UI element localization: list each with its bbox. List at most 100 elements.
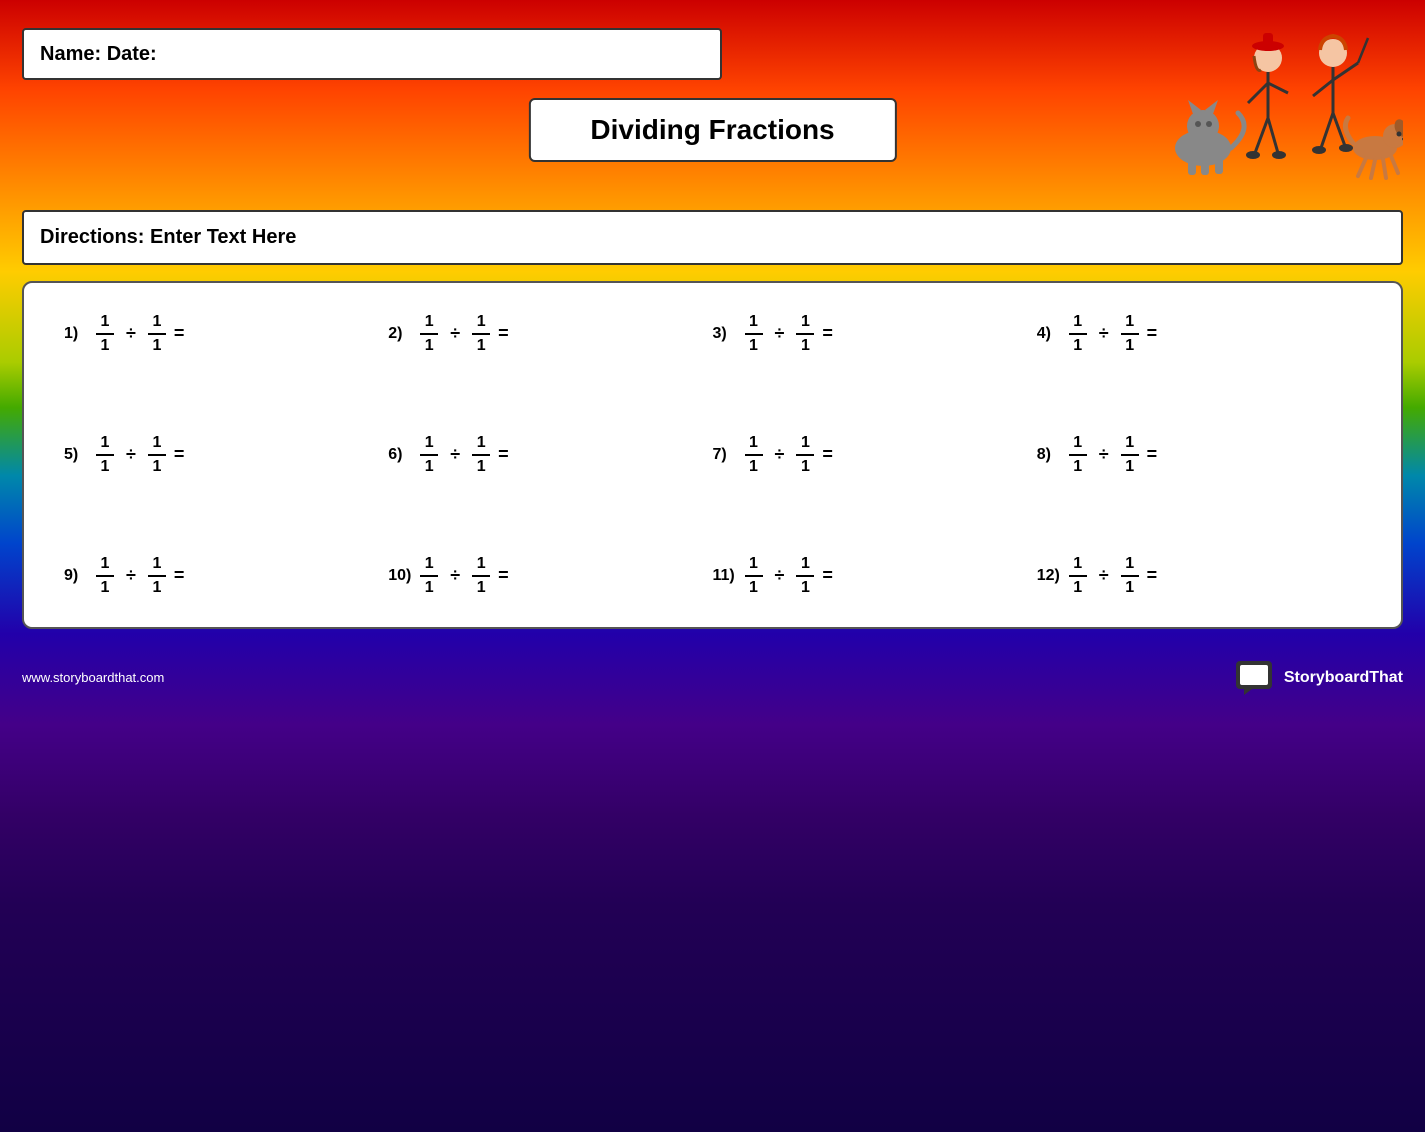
- problem-item: 12) 1 1 ÷ 1 1 =: [1037, 555, 1361, 596]
- fraction-2: 1 1: [796, 313, 814, 354]
- denominator-2: 1: [152, 577, 161, 597]
- fraction-2: 1 1: [472, 555, 490, 596]
- denominator-1: 1: [425, 456, 434, 476]
- divide-operator: ÷: [446, 565, 464, 586]
- fraction-1: 1 1: [96, 434, 114, 475]
- equals-sign: =: [1147, 565, 1158, 586]
- fraction-1: 1 1: [745, 434, 763, 475]
- problem-item: 5) 1 1 ÷ 1 1 =: [64, 434, 388, 475]
- denominator-1: 1: [101, 456, 110, 476]
- problem-item: 4) 1 1 ÷ 1 1 =: [1037, 313, 1361, 354]
- problem-number: 6): [388, 446, 412, 464]
- equals-sign: =: [498, 565, 509, 586]
- fraction-1: 1 1: [1069, 555, 1087, 596]
- footer: www.storyboardthat.com StoryboardThat: [0, 653, 1425, 703]
- problem-item: 1) 1 1 ÷ 1 1 =: [64, 313, 388, 354]
- denominator-1: 1: [1073, 335, 1082, 355]
- fraction-2: 1 1: [1121, 313, 1139, 354]
- denominator-2: 1: [152, 456, 161, 476]
- problem-number: 8): [1037, 446, 1061, 464]
- denominator-2: 1: [801, 335, 810, 355]
- worksheet-title: Dividing Fractions: [528, 98, 896, 162]
- equals-sign: =: [498, 444, 509, 465]
- fraction-2: 1 1: [796, 434, 814, 475]
- numerator-1: 1: [749, 434, 758, 454]
- problem-number: 11): [713, 567, 737, 585]
- name-date-field: Name: Date:: [22, 28, 722, 80]
- problem-number: 10): [388, 567, 412, 585]
- fraction-2: 1 1: [796, 555, 814, 596]
- problem-number: 12): [1037, 567, 1061, 585]
- divide-operator: ÷: [1095, 444, 1113, 465]
- denominator-2: 1: [1125, 456, 1134, 476]
- divide-operator: ÷: [122, 565, 140, 586]
- problem-item: 7) 1 1 ÷ 1 1 =: [713, 434, 1037, 475]
- denominator-1: 1: [1073, 577, 1082, 597]
- numerator-2: 1: [477, 555, 486, 575]
- equals-sign: =: [174, 565, 185, 586]
- numerator-2: 1: [801, 434, 810, 454]
- fraction-2: 1 1: [148, 313, 166, 354]
- divide-operator: ÷: [771, 444, 789, 465]
- fraction-1: 1 1: [420, 313, 438, 354]
- denominator-1: 1: [425, 577, 434, 597]
- divide-operator: ÷: [446, 323, 464, 344]
- numerator-1: 1: [101, 555, 110, 575]
- fraction-2: 1 1: [472, 434, 490, 475]
- fraction-1: 1 1: [96, 555, 114, 596]
- equals-sign: =: [822, 323, 833, 344]
- numerator-2: 1: [1125, 434, 1134, 454]
- problem-item: 2) 1 1 ÷ 1 1 =: [388, 313, 712, 354]
- denominator-2: 1: [1125, 577, 1134, 597]
- numerator-1: 1: [749, 313, 758, 333]
- numerator-1: 1: [425, 313, 434, 333]
- fraction-1: 1 1: [420, 434, 438, 475]
- equals-sign: =: [1147, 323, 1158, 344]
- divide-operator: ÷: [771, 565, 789, 586]
- logo-text: StoryboardThat: [1284, 669, 1403, 687]
- denominator-1: 1: [101, 577, 110, 597]
- numerator-1: 1: [101, 434, 110, 454]
- divide-operator: ÷: [446, 444, 464, 465]
- problem-item: 3) 1 1 ÷ 1 1 =: [713, 313, 1037, 354]
- footer-url: www.storyboardthat.com: [22, 670, 164, 685]
- numerator-2: 1: [1125, 313, 1134, 333]
- fraction-1: 1 1: [1069, 313, 1087, 354]
- problem-number: 7): [713, 446, 737, 464]
- equals-sign: =: [174, 323, 185, 344]
- denominator-1: 1: [425, 335, 434, 355]
- numerator-2: 1: [152, 434, 161, 454]
- numerator-2: 1: [477, 434, 486, 454]
- numerator-1: 1: [425, 434, 434, 454]
- numerator-2: 1: [801, 555, 810, 575]
- denominator-2: 1: [152, 335, 161, 355]
- characters-illustration: [1123, 18, 1403, 183]
- problem-number: 1): [64, 325, 88, 343]
- worksheet-area: 1) 1 1 ÷ 1 1 = 2) 1 1 ÷ 1 1 = 3) 1: [22, 281, 1403, 629]
- divide-operator: ÷: [771, 323, 789, 344]
- numerator-2: 1: [152, 555, 161, 575]
- denominator-2: 1: [477, 577, 486, 597]
- problem-item: 10) 1 1 ÷ 1 1 =: [388, 555, 712, 596]
- numerator-2: 1: [477, 313, 486, 333]
- problem-number: 3): [713, 325, 737, 343]
- numerator-1: 1: [425, 555, 434, 575]
- problem-item: 8) 1 1 ÷ 1 1 =: [1037, 434, 1361, 475]
- numerator-1: 1: [101, 313, 110, 333]
- denominator-1: 1: [1073, 456, 1082, 476]
- directions-field: Directions: Enter Text Here: [22, 210, 1403, 265]
- problem-number: 2): [388, 325, 412, 343]
- denominator-1: 1: [749, 335, 758, 355]
- numerator-1: 1: [749, 555, 758, 575]
- numerator-2: 1: [1125, 555, 1134, 575]
- fraction-1: 1 1: [745, 555, 763, 596]
- fraction-2: 1 1: [1121, 555, 1139, 596]
- divide-operator: ÷: [1095, 565, 1113, 586]
- fraction-2: 1 1: [148, 555, 166, 596]
- denominator-2: 1: [477, 335, 486, 355]
- numerator-1: 1: [1073, 313, 1082, 333]
- fraction-1: 1 1: [96, 313, 114, 354]
- divide-operator: ÷: [1095, 323, 1113, 344]
- numerator-1: 1: [1073, 434, 1082, 454]
- divide-operator: ÷: [122, 444, 140, 465]
